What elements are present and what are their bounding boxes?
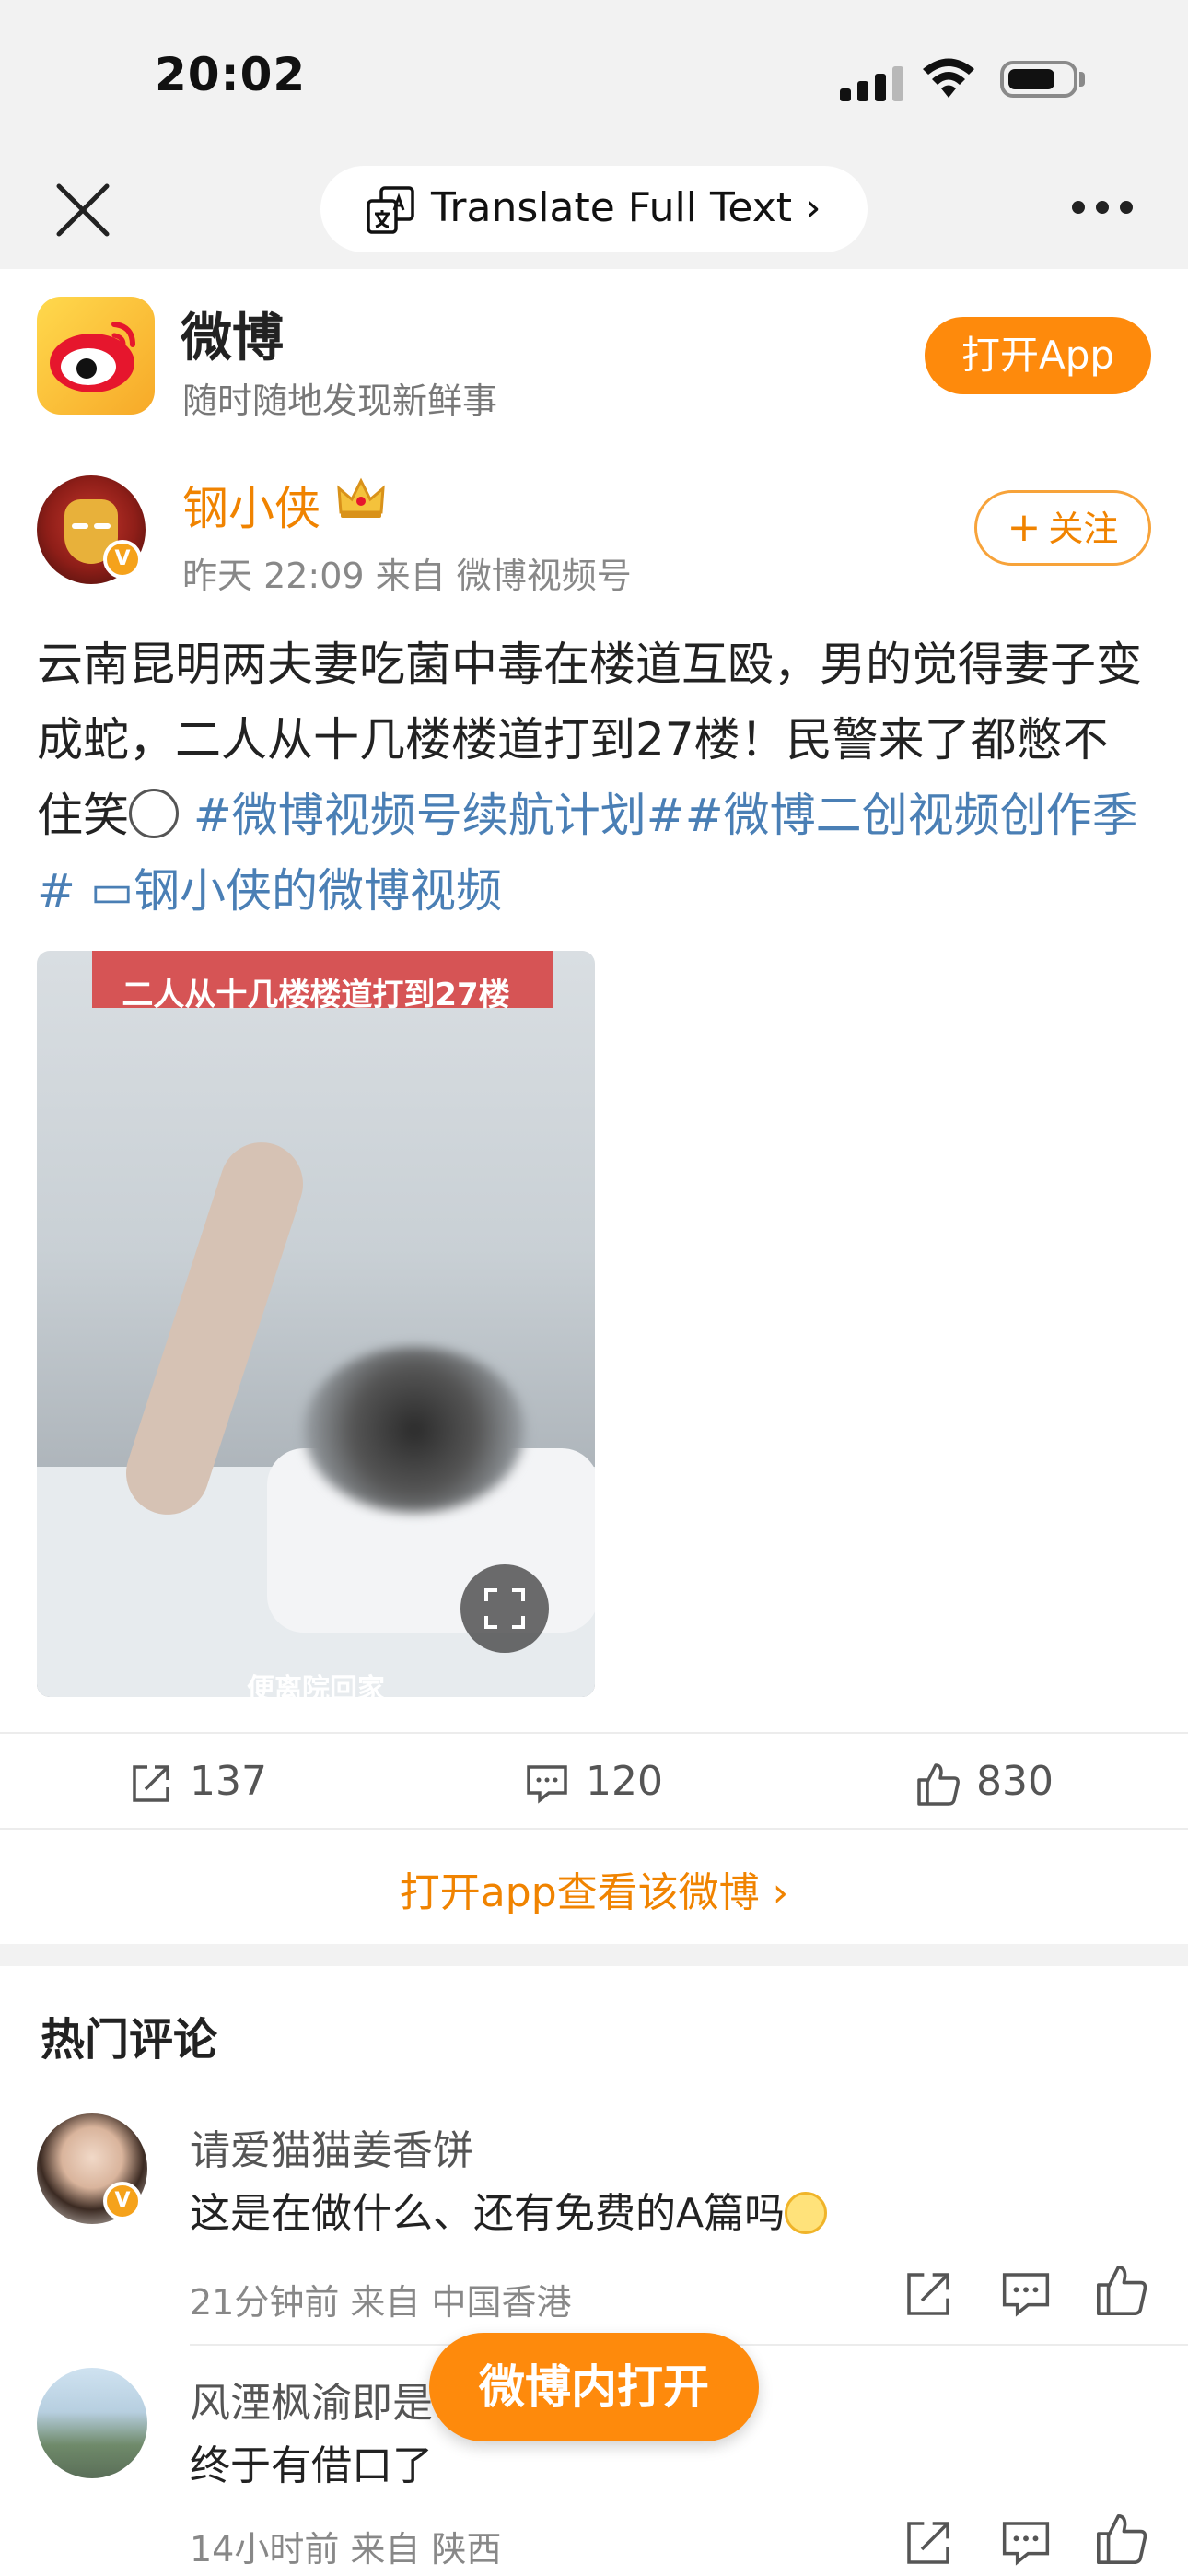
status-time: 20:02 (155, 48, 307, 101)
comment-like-icon[interactable] (1094, 2512, 1149, 2567)
comment-text: 终于有借口了 (190, 2442, 433, 2489)
fullscreen-icon (484, 1588, 525, 1629)
repost-count: 137 (190, 1758, 267, 1805)
laughing-emoji-icon (785, 2192, 828, 2234)
video-caption-top: 二人从十几楼楼道打到27楼 (122, 977, 510, 1013)
comment-reply-icon[interactable] (1000, 2268, 1052, 2320)
battery-tip (1079, 72, 1085, 87)
translate-full-text-button[interactable]: Translate Full Text › (320, 166, 868, 252)
comment-like-icon[interactable] (1094, 2263, 1149, 2318)
like-icon (917, 1763, 960, 1806)
fullscreen-button[interactable] (460, 1564, 549, 1653)
repost-icon (133, 1765, 169, 1802)
app-name: 微博 (181, 309, 284, 369)
commenter-name[interactable]: 请爱猫猫姜香饼 (190, 2117, 473, 2176)
translate-label: Translate Full Text › (431, 184, 821, 231)
section-divider (0, 1944, 1188, 1966)
post-meta: 昨天 22:09 来自 微博视频号 (182, 556, 632, 596)
comment-meta: 14小时前 来自 陕西 (190, 2529, 502, 2570)
open-app-button[interactable]: 打开App (925, 317, 1151, 394)
comment-button[interactable]: 120 (525, 1754, 700, 1815)
comment-reply-icon[interactable] (1000, 2517, 1052, 2569)
close-icon[interactable] (53, 181, 112, 240)
verified-badge-icon: V (103, 2182, 142, 2220)
video-link[interactable]: 钢小侠的微博视频 (134, 864, 502, 918)
comment-icon (527, 1765, 567, 1804)
translate-icon (367, 186, 414, 234)
comment-repost-icon[interactable] (903, 2268, 954, 2320)
hot-comments-title: 热门评论 (41, 2014, 218, 2066)
comment-repost-icon[interactable] (903, 2517, 954, 2569)
top-bar-area: 20:02 Translate Full Text › (0, 0, 1188, 269)
commenter-avatar[interactable] (37, 2368, 147, 2478)
comment-text-content: 这是在做什么、还有免费的A篇吗 (190, 2190, 786, 2237)
comment-meta: 21分钟前 来自 中国香港 (190, 2282, 572, 2323)
open-in-weibo-floating-button[interactable]: 微博内打开 (429, 2333, 759, 2441)
panda-emoji-icon (129, 789, 179, 838)
battery-icon (1000, 61, 1077, 98)
video-caption-bottom: 便离院回家 (247, 1673, 385, 1697)
comment-count: 120 (586, 1758, 663, 1805)
more-options-icon[interactable] (1072, 201, 1133, 216)
like-button[interactable]: 830 (915, 1754, 1090, 1815)
author-name[interactable]: 钢小侠 (182, 472, 320, 538)
crown-badge-icon (337, 477, 385, 518)
weibo-logo (37, 297, 155, 415)
cellular-signal-icon (840, 64, 906, 101)
post-body: 云南昆明两夫妻吃菌中毒在楼道互殴，男的觉得妻子变成蛇，二人从十几楼楼道打到27楼… (37, 626, 1153, 929)
plus-icon: + (1007, 504, 1042, 551)
app-tagline: 随时随地发现新鲜事 (182, 381, 498, 421)
comment-text: 这是在做什么、还有免费的A篇吗 (190, 2180, 828, 2239)
repost-button[interactable]: 137 (129, 1754, 304, 1815)
video-thumbnail[interactable]: 二人从十几楼楼道打到27楼 便离院回家 (37, 951, 595, 1697)
video-link-icon: ▭ (89, 864, 134, 918)
commenter-name[interactable]: 风湮枫渝即是 (190, 2370, 433, 2429)
weibo-eye-icon (50, 322, 135, 392)
follow-label: 关注 (1048, 509, 1119, 549)
open-in-app-link[interactable]: 打开app查看该微博 › (0, 1859, 1188, 1918)
follow-button[interactable]: + 关注 (974, 490, 1151, 566)
wifi-icon (923, 58, 974, 98)
like-count: 830 (976, 1758, 1054, 1805)
verified-badge-icon: V (103, 540, 142, 579)
